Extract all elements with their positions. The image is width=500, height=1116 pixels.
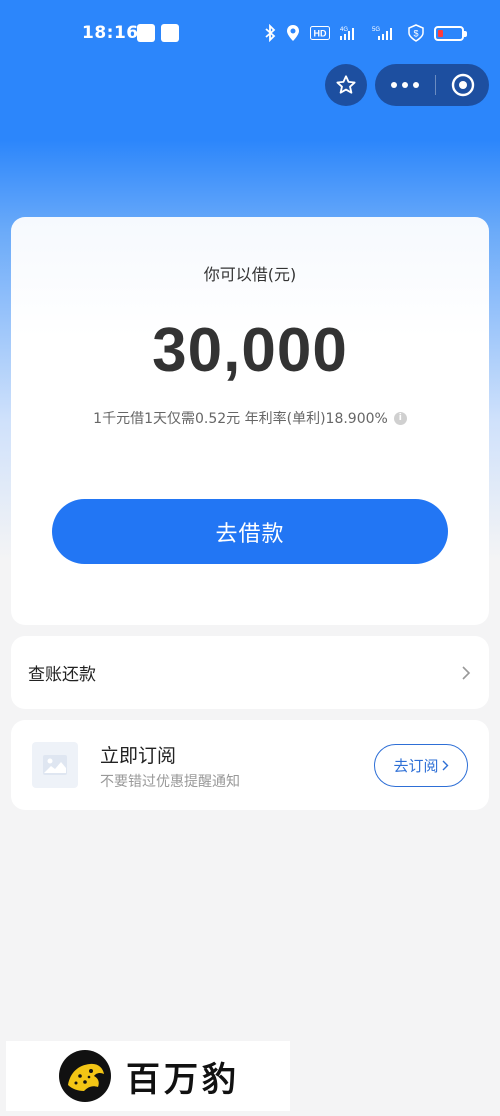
svg-text:HD: HD bbox=[314, 29, 327, 39]
favorite-button[interactable] bbox=[325, 64, 367, 106]
app-notification-icon bbox=[137, 24, 155, 42]
loan-label: 你可以借(元) bbox=[203, 265, 297, 284]
subscribe-description: 不要错过优惠提醒通知 bbox=[100, 774, 240, 790]
subscribe-button-label: 去订阅 bbox=[393, 757, 439, 775]
status-icons: HD 4G 5G $ bbox=[264, 22, 467, 44]
info-icon[interactable]: i bbox=[393, 411, 407, 425]
loan-rate-text: 1千元借1天仅需0.52元 年利率(单利)18.900% bbox=[93, 411, 388, 427]
loan-rate: 1千元借1天仅需0.52元 年利率(单利)18.900% i bbox=[11, 408, 489, 428]
status-bar: 18:16 HD 4G 5G $ bbox=[0, 0, 500, 66]
subscribe-title: 立即订阅 bbox=[100, 745, 177, 767]
star-icon bbox=[336, 75, 356, 94]
more-dots-icon bbox=[391, 82, 397, 88]
shield-dollar-icon: $ bbox=[408, 24, 424, 42]
subscribe-card: 立即订阅 不要错过优惠提醒通知 去订阅 bbox=[11, 720, 489, 810]
bill-repayment-label: 查账还款 bbox=[28, 665, 96, 685]
chevron-right-icon bbox=[462, 665, 471, 680]
svg-text:5G: 5G bbox=[372, 27, 380, 33]
image-placeholder-icon bbox=[43, 755, 67, 775]
more-button[interactable] bbox=[375, 64, 435, 106]
mini-program-capsule bbox=[375, 64, 489, 106]
subscribe-thumbnail bbox=[32, 742, 78, 788]
chevron-right-icon bbox=[442, 760, 448, 771]
bluetooth-icon bbox=[265, 24, 276, 42]
location-icon bbox=[287, 25, 299, 41]
leopard-logo-icon bbox=[59, 1050, 111, 1102]
target-circle-icon bbox=[451, 73, 474, 97]
hd-icon: HD bbox=[310, 26, 330, 40]
status-time: 18:16 bbox=[82, 23, 139, 43]
borrow-button[interactable]: 去借款 bbox=[52, 499, 448, 564]
bill-repayment-row[interactable]: 查账还款 bbox=[11, 636, 489, 709]
svg-text:$: $ bbox=[413, 29, 418, 39]
signal-4g-icon: 4G bbox=[340, 27, 354, 40]
watermark: 百万豹 bbox=[6, 1041, 290, 1111]
app-notification-icon bbox=[161, 24, 179, 42]
signal-5g-icon: 5G bbox=[372, 27, 392, 40]
loan-card: 你可以借(元) 30,000 1千元借1天仅需0.52元 年利率(单利)18.9… bbox=[11, 217, 489, 625]
svg-text:4G: 4G bbox=[340, 27, 348, 33]
watermark-text: 百万豹 bbox=[126, 1059, 240, 1100]
battery-icon bbox=[434, 25, 467, 41]
close-button[interactable] bbox=[436, 64, 489, 106]
loan-amount: 30,000 bbox=[152, 316, 348, 385]
subscribe-button[interactable]: 去订阅 bbox=[374, 744, 468, 787]
